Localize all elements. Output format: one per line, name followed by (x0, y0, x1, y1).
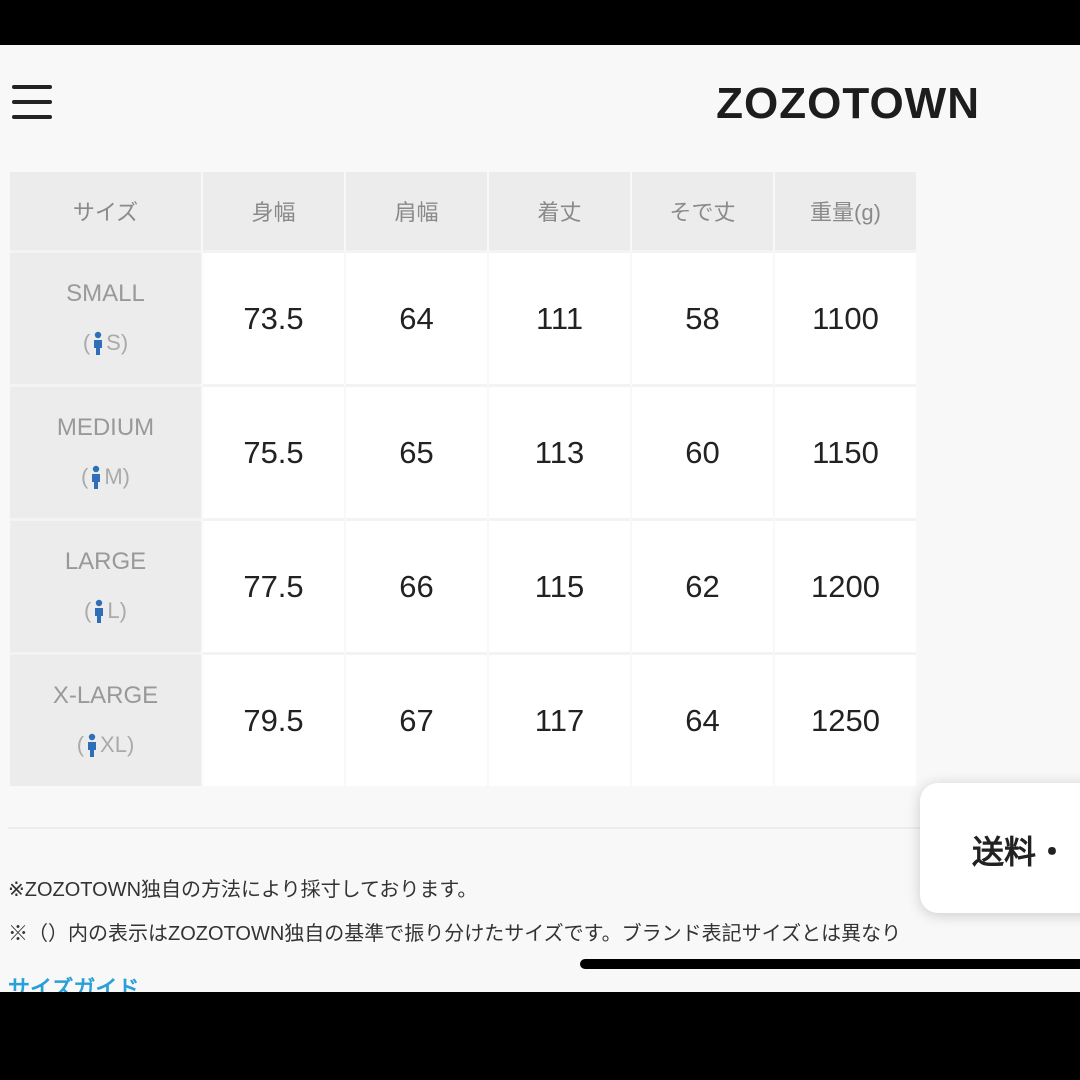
app-screen: ZOZOTOWN サイズ 身幅 肩幅 着丈 そで丈 重量(g) SMALL (S… (0, 45, 1080, 992)
table-row: LARGE (L) 77.5 66 115 62 1200 (10, 518, 916, 652)
cell-weight: 1100 (775, 250, 916, 384)
size-table: サイズ 身幅 肩幅 着丈 そで丈 重量(g) SMALL (S) 73.5 64… (8, 172, 918, 786)
header-sleeve-length: そで丈 (632, 172, 773, 250)
cell-length: 115 (489, 518, 630, 652)
header-shoulder-width: 肩幅 (346, 172, 487, 250)
cell-shoulder-width: 67 (346, 652, 487, 786)
size-cell: LARGE (L) (10, 518, 201, 652)
cell-weight: 1200 (775, 518, 916, 652)
shipping-popup[interactable]: 送料・ (920, 783, 1080, 913)
logo[interactable]: ZOZOTOWN (716, 79, 980, 129)
table-row: SMALL (S) 73.5 64 111 58 1100 (10, 250, 916, 384)
cell-body-width: 79.5 (203, 652, 344, 786)
size-code: (M) (81, 463, 130, 489)
measurement-note: ※ZOZOTOWN独自の方法により採寸しております。 (8, 879, 478, 901)
cell-length: 117 (489, 652, 630, 786)
cell-weight: 1250 (775, 652, 916, 786)
header-size: サイズ (10, 172, 201, 250)
size-code: (S) (82, 329, 129, 355)
hamburger-menu-icon[interactable] (12, 85, 52, 121)
cell-sleeve-length: 58 (632, 250, 773, 384)
cell-shoulder-width: 66 (346, 518, 487, 652)
person-icon (95, 599, 104, 623)
shipping-popup-label: 送料・ (972, 834, 1069, 870)
size-guide-link[interactable]: サイズガイド (8, 971, 139, 992)
size-cell: MEDIUM (M) (10, 384, 201, 518)
cell-length: 113 (489, 384, 630, 518)
size-cell: SMALL (S) (10, 250, 201, 384)
size-code: (L) (84, 597, 127, 623)
size-cell: X-LARGE (XL) (10, 652, 201, 786)
cell-sleeve-length: 60 (632, 384, 773, 518)
cell-length: 111 (489, 250, 630, 384)
cell-body-width: 73.5 (203, 250, 344, 384)
header-length: 着丈 (489, 172, 630, 250)
table-row: X-LARGE (XL) 79.5 67 117 64 1250 (10, 652, 916, 786)
cell-weight: 1150 (775, 384, 916, 518)
header: ZOZOTOWN (0, 45, 1080, 165)
size-name: MEDIUM (56, 413, 155, 441)
cell-shoulder-width: 64 (346, 250, 487, 384)
table-row: MEDIUM (M) 75.5 65 113 60 1150 (10, 384, 916, 518)
cell-sleeve-length: 62 (632, 518, 773, 652)
cell-body-width: 75.5 (203, 384, 344, 518)
cell-body-width: 77.5 (203, 518, 344, 652)
table-header-row: サイズ 身幅 肩幅 着丈 そで丈 重量(g) (10, 172, 916, 250)
person-icon (92, 465, 101, 489)
person-icon (94, 331, 103, 355)
header-weight: 重量(g) (775, 172, 916, 250)
cell-sleeve-length: 64 (632, 652, 773, 786)
size-name: SMALL (66, 279, 145, 307)
size-note: ※（）内の表示はZOZOTOWN独自の基準で振り分けたサイズです。ブランド表記サ… (8, 923, 902, 945)
size-code: (XL) (76, 731, 135, 757)
header-body-width: 身幅 (203, 172, 344, 250)
size-name: LARGE (64, 547, 147, 575)
person-icon (88, 733, 97, 757)
cell-shoulder-width: 65 (346, 384, 487, 518)
home-indicator[interactable] (580, 959, 1080, 969)
size-name: X-LARGE (52, 681, 159, 709)
